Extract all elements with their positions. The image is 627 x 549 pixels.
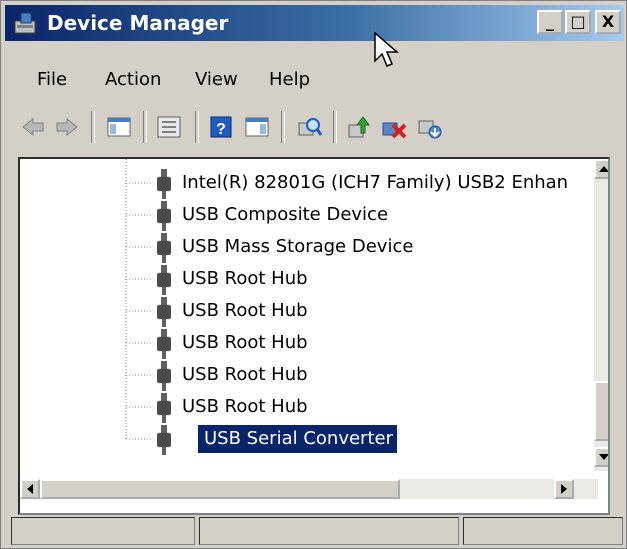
status-cell-2 [199, 517, 459, 545]
tree-item-label: USB Serial Converter [204, 428, 393, 449]
scan-for-hardware-changes-icon[interactable] [295, 113, 323, 141]
scroll-left-button[interactable] [20, 479, 40, 499]
tree-item-label: USB Root Hub [182, 332, 308, 353]
toolbar-separator [333, 111, 337, 143]
tree-item-usb-root-hub[interactable]: USB Root Hub [180, 361, 308, 389]
device-manager-window: Device Manager _ □ X File Action View He… [0, 0, 627, 549]
tree-item-label: USB Root Hub [182, 396, 308, 417]
tree-item-usb-root-hub[interactable]: USB Root Hub [180, 393, 308, 421]
tree-item-label: USB Composite Device [182, 204, 389, 225]
toolbar-separator [143, 111, 147, 143]
menu-file[interactable]: File [37, 69, 67, 90]
tree-item-usb-root-hub[interactable]: USB Root Hub [180, 329, 308, 357]
toolbar: ? [5, 107, 624, 147]
properties-icon[interactable] [155, 113, 183, 141]
uninstall-icon[interactable] [379, 113, 407, 141]
tree-item-label: Intel(R) 82801G (ICH7 Family) USB2 Enhan [182, 172, 569, 193]
tree-item-label: USB Root Hub [182, 364, 308, 385]
usb-device-icon [154, 361, 174, 391]
menu-view[interactable]: View [195, 69, 238, 90]
tree-item-usb-mass-storage-device[interactable]: USB Mass Storage Device [180, 233, 413, 261]
forward-icon[interactable] [53, 113, 81, 141]
enable-icon[interactable] [415, 113, 443, 141]
tree-item-usb-composite-device[interactable]: USB Composite Device [180, 201, 388, 229]
tree-item-usb-root-hub[interactable]: USB Root Hub [180, 297, 308, 325]
tree-item-label: USB Root Hub [182, 268, 308, 289]
action-pane-icon[interactable] [243, 113, 271, 141]
update-driver-icon[interactable] [345, 113, 373, 141]
help-icon[interactable]: ? [207, 113, 235, 141]
usb-device-icon [154, 233, 174, 263]
minimize-button[interactable]: _ [537, 10, 563, 34]
toolbar-separator [91, 111, 95, 143]
status-cell-3 [463, 517, 623, 545]
close-button[interactable]: X [595, 10, 621, 34]
device-manager-icon [13, 11, 39, 35]
vertical-scroll-thumb[interactable] [594, 381, 608, 441]
usb-device-icon [154, 425, 174, 455]
status-bar [5, 513, 624, 547]
tree-item-intel-usb2-controller[interactable]: Intel(R) 82801G (ICH7 Family) USB2 Enhan [180, 169, 568, 197]
mouse-cursor-icon [373, 31, 401, 71]
scroll-right-button[interactable] [554, 479, 574, 499]
usb-device-icon [154, 201, 174, 231]
menu-action[interactable]: Action [105, 69, 161, 90]
tree-item-label: USB Mass Storage Device [182, 236, 414, 257]
horizontal-scroll-thumb[interactable] [40, 479, 400, 499]
tree-item-usb-serial-converter-selected[interactable]: USB Serial Converter [198, 425, 397, 453]
window-title: Device Manager [47, 11, 229, 35]
scroll-up-button[interactable] [594, 159, 608, 179]
scroll-down-button[interactable] [594, 447, 608, 467]
horizontal-scrollbar[interactable] [20, 479, 598, 499]
device-tree[interactable]: Intel(R) 82801G (ICH7 Family) USB2 Enhan… [18, 157, 610, 515]
title-bar[interactable]: Device Manager _ □ X [5, 5, 624, 41]
menu-bar: File Action View Help [5, 59, 624, 99]
usb-device-icon [154, 329, 174, 359]
show-hide-console-tree-icon[interactable] [105, 113, 133, 141]
svg-text:?: ? [216, 121, 226, 138]
usb-device-icon [154, 393, 174, 423]
toolbar-separator [281, 111, 285, 143]
status-cell-1 [11, 517, 195, 545]
back-icon[interactable] [19, 113, 47, 141]
vertical-scrollbar[interactable] [594, 159, 608, 471]
toolbar-separator [195, 111, 199, 143]
usb-device-icon [154, 169, 174, 199]
maximize-button[interactable]: □ [565, 10, 591, 34]
tree-item-label: USB Root Hub [182, 300, 308, 321]
usb-device-icon [154, 297, 174, 327]
tree-item-usb-root-hub[interactable]: USB Root Hub [180, 265, 308, 293]
usb-device-icon [154, 265, 174, 295]
menu-help[interactable]: Help [269, 69, 310, 90]
